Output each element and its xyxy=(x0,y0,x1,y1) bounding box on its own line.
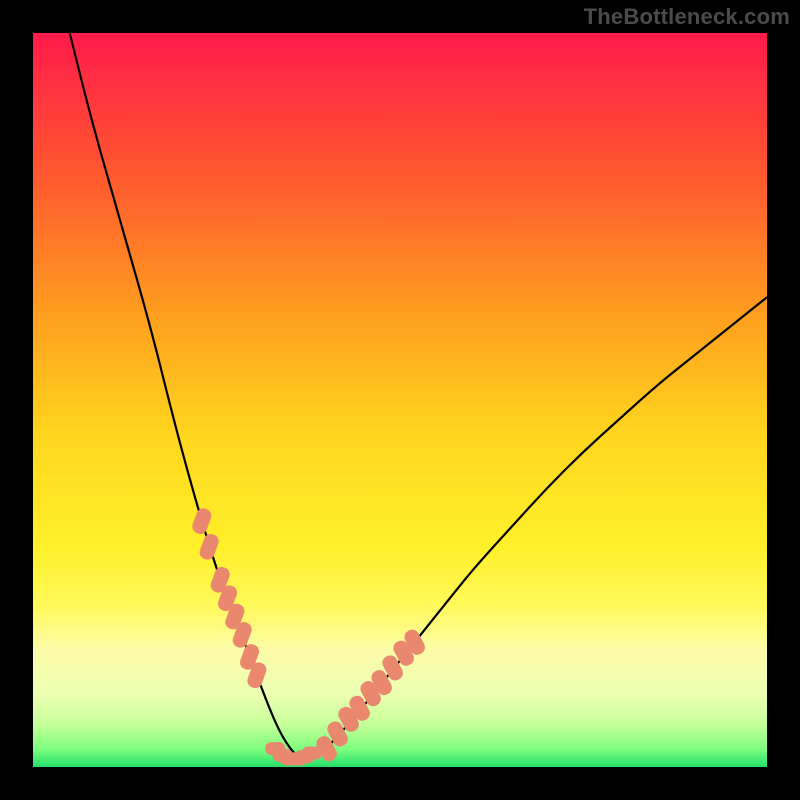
plot-svg xyxy=(33,33,767,767)
watermark-text: TheBottleneck.com xyxy=(584,4,790,30)
data-marker xyxy=(302,747,322,760)
chart-frame: TheBottleneck.com xyxy=(0,0,800,800)
